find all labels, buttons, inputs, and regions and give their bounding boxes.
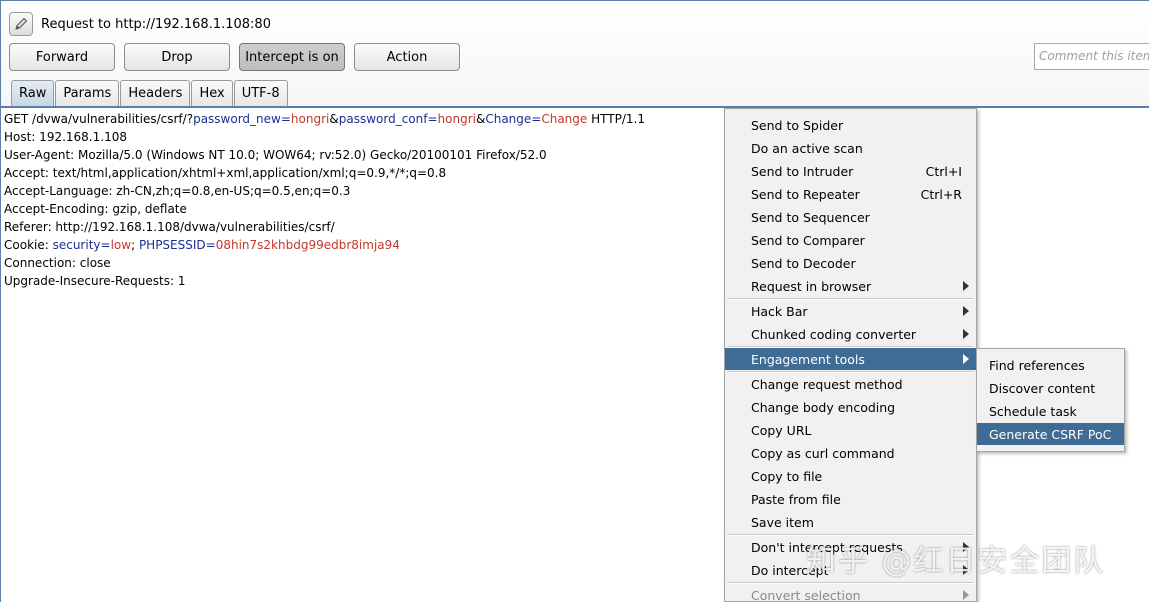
http-version: HTTP/1.1 <box>587 112 645 126</box>
menu-copy-as-curl[interactable]: Copy as curl command <box>725 442 976 464</box>
submenu-schedule-task[interactable]: Schedule task <box>977 400 1124 422</box>
param-separator: & <box>475 112 486 126</box>
menu-item-label: Change body encoding <box>751 399 896 415</box>
menu-copy-url[interactable]: Copy URL <box>725 419 976 441</box>
header-accept-encoding: Accept-Encoding: gzip, deflate <box>4 202 187 216</box>
submenu-find-references[interactable]: Find references <box>977 354 1124 376</box>
cookie-label: Cookie: <box>4 238 53 252</box>
menu-shortcut: Ctrl+I <box>925 164 962 179</box>
menu-request-in-browser[interactable]: Request in browser <box>725 275 976 297</box>
cookie-name: security <box>52 238 101 252</box>
cookie-equals: = <box>205 238 216 252</box>
param-name: Change <box>485 112 532 126</box>
tab-raw[interactable]: Raw <box>11 80 55 106</box>
drop-button[interactable]: Drop <box>124 43 230 71</box>
intercept-toggle-button[interactable]: Intercept is on <box>239 43 345 71</box>
menu-item-label: Do an active scan <box>751 140 863 156</box>
param-value: hongri <box>290 112 330 126</box>
param-equals: = <box>531 112 542 126</box>
menu-item-label: Send to Sequencer <box>751 209 870 225</box>
menu-item-label: Paste from file <box>751 491 841 507</box>
menu-save-item[interactable]: Save item <box>725 511 976 533</box>
menu-active-scan[interactable]: Do an active scan <box>725 137 976 159</box>
menu-send-to-comparer[interactable]: Send to Comparer <box>725 229 976 251</box>
submenu-arrow-icon <box>963 590 969 600</box>
menu-paste-from-file[interactable]: Paste from file <box>725 488 976 510</box>
menu-item-label: Send to Comparer <box>751 232 865 248</box>
menu-hack-bar[interactable]: Hack Bar <box>725 300 976 322</box>
param-equals: = <box>427 112 438 126</box>
menu-send-to-repeater[interactable]: Send to Repeater Ctrl+R <box>725 183 976 205</box>
header-referer: Referer: http://192.168.1.108/dvwa/vulne… <box>4 220 335 234</box>
menu-send-to-intruder[interactable]: Send to Intruder Ctrl+I <box>725 160 976 182</box>
menu-shortcut: Ctrl+R <box>920 187 962 202</box>
header-connection: Connection: close <box>4 256 111 270</box>
menu-item-label: Send to Spider <box>751 117 844 133</box>
cookie-value: low <box>110 238 132 252</box>
menu-convert-selection[interactable]: Convert selection <box>725 584 976 602</box>
submenu-generate-csrf-poc[interactable]: Generate CSRF PoC <box>977 423 1124 445</box>
submenu-arrow-icon <box>963 329 969 339</box>
menu-item-label: Send to Decoder <box>751 255 856 271</box>
proxy-intercept-panel: Request to http://192.168.1.108:80 Forwa… <box>0 0 1149 108</box>
menu-item-label: Copy to file <box>751 468 823 484</box>
menu-item-label: Change request method <box>751 376 903 392</box>
param-equals: = <box>280 112 291 126</box>
menu-item-label: Copy as curl command <box>751 445 895 461</box>
engagement-tools-submenu: Find references Discover content Schedul… <box>976 348 1125 452</box>
menu-item-label: Convert selection <box>751 587 861 602</box>
menu-chunked-coding[interactable]: Chunked coding converter <box>725 323 976 345</box>
menu-item-label: Copy URL <box>751 422 812 438</box>
cookie-value: 08hin7s2khbdg99edbr8imja94 <box>215 238 400 252</box>
comment-input[interactable]: Comment this item <box>1034 43 1149 70</box>
cookie-equals: = <box>100 238 111 252</box>
message-tabs: Raw Params Headers Hex UTF-8 <box>11 80 289 106</box>
request-method-path: GET /dvwa/vulnerabilities/csrf/? <box>4 112 194 126</box>
menu-change-request-method[interactable]: Change request method <box>725 373 976 395</box>
tab-utf8[interactable]: UTF-8 <box>233 80 288 106</box>
param-name: password_new <box>193 112 281 126</box>
submenu-arrow-icon <box>963 306 969 316</box>
menu-send-to-decoder[interactable]: Send to Decoder <box>725 252 976 274</box>
menu-send-to-sequencer[interactable]: Send to Sequencer <box>725 206 976 228</box>
header-user-agent: User-Agent: Mozilla/5.0 (Windows NT 10.0… <box>4 148 547 162</box>
cookie-name: PHPSESSID <box>138 238 206 252</box>
menu-item-label: Save item <box>751 514 814 530</box>
pencil-icon[interactable] <box>9 12 33 36</box>
request-line: GET /dvwa/vulnerabilities/csrf/?password… <box>4 112 645 126</box>
request-title-row: Request to http://192.168.1.108:80 <box>9 11 271 37</box>
param-value: Change <box>541 112 588 126</box>
header-upgrade-insecure: Upgrade-Insecure-Requests: 1 <box>4 274 186 288</box>
menu-copy-to-file[interactable]: Copy to file <box>725 465 976 487</box>
menu-engagement-tools[interactable]: Engagement tools <box>725 348 976 370</box>
param-value: hongri <box>437 112 476 126</box>
menu-item-label: Hack Bar <box>751 303 808 319</box>
tab-params[interactable]: Params <box>55 80 120 106</box>
header-accept: Accept: text/html,application/xhtml+xml,… <box>4 166 447 180</box>
header-host: Host: 192.168.1.108 <box>4 130 127 144</box>
tab-hex[interactable]: Hex <box>191 80 233 106</box>
submenu-arrow-icon <box>963 281 969 291</box>
menu-change-body-encoding[interactable]: Change body encoding <box>725 396 976 418</box>
menu-item-label: Send to Intruder <box>751 163 854 179</box>
menu-send-to-spider[interactable]: Send to Spider <box>725 114 976 136</box>
menu-item-label: Engagement tools <box>751 351 865 367</box>
menu-item-label: Send to Repeater <box>751 186 860 202</box>
menu-item-label: Request in browser <box>751 278 872 294</box>
header-accept-language: Accept-Language: zh-CN,zh;q=0.8,en-US;q=… <box>4 184 351 198</box>
context-menu: Send to Spider Do an active scan Send to… <box>724 108 977 602</box>
watermark: 知乎 @红日安全团队 <box>806 544 1106 579</box>
tab-headers[interactable]: Headers <box>120 80 191 106</box>
param-name: password_conf <box>338 112 428 126</box>
menu-item-label: Chunked coding converter <box>751 326 917 342</box>
header-cookie: Cookie: security=low; PHPSESSID=08hin7s2… <box>4 238 400 252</box>
submenu-discover-content[interactable]: Discover content <box>977 377 1124 399</box>
forward-button[interactable]: Forward <box>9 43 115 71</box>
submenu-arrow-icon <box>963 354 969 364</box>
param-separator: & <box>329 112 339 126</box>
action-button[interactable]: Action <box>354 43 460 71</box>
request-title: Request to http://192.168.1.108:80 <box>41 16 271 32</box>
cookie-separator: ; <box>131 238 139 252</box>
